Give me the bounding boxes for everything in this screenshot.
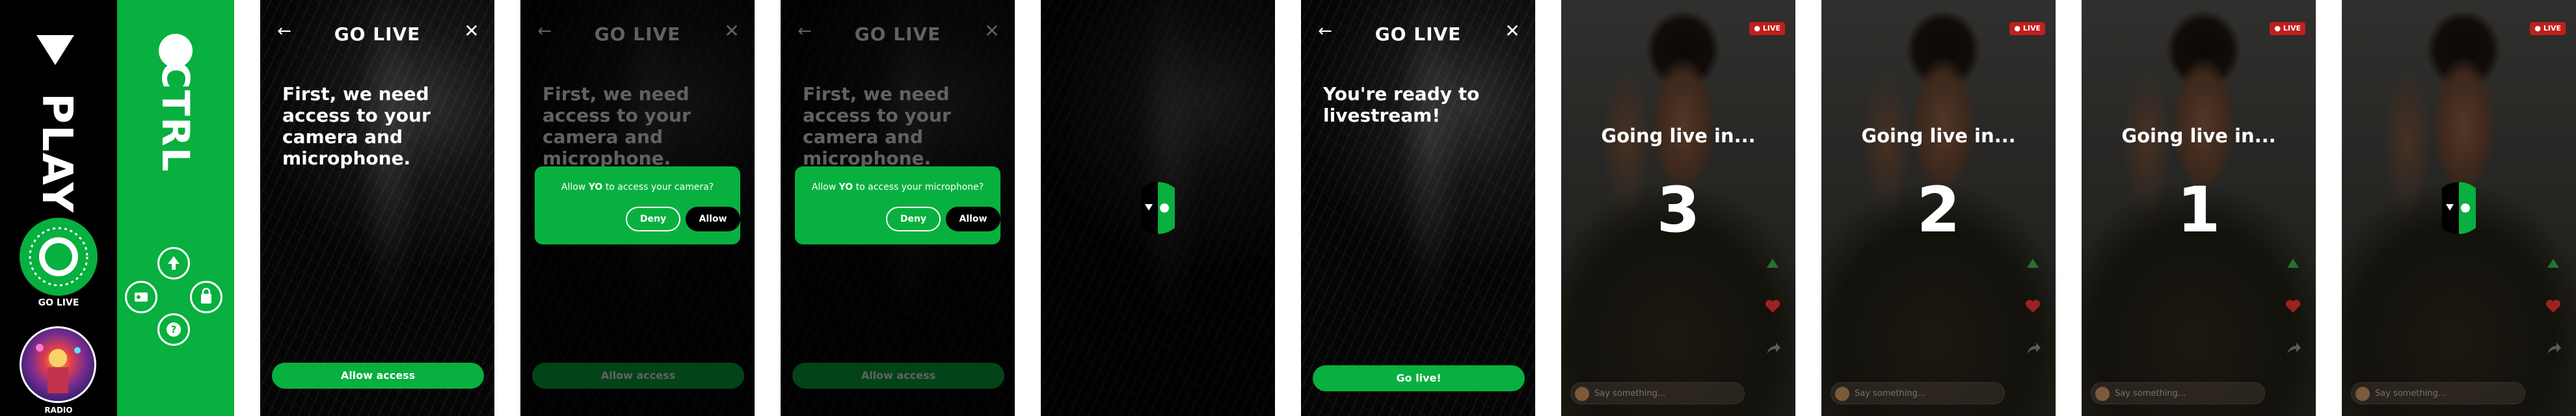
comment-placeholder: Say something... <box>1855 389 1926 398</box>
heart-icon[interactable] <box>2283 296 2303 316</box>
top-bar: ← GO LIVE ✕ <box>260 20 494 46</box>
user-avatar <box>1835 387 1849 401</box>
dpad-right-button[interactable] <box>190 281 222 313</box>
ready-screen: ← GO LIVE ✕ You're ready to livestream! … <box>1301 0 1535 416</box>
deny-button[interactable]: Deny <box>626 207 680 231</box>
going-live-label: Going live in... <box>2121 125 2276 147</box>
gift-icon[interactable] <box>2283 254 2303 273</box>
live-dot-icon: ● <box>1754 24 1761 32</box>
ctrl-sidebar: CTRL ? <box>117 0 234 416</box>
go-live-label: GO LIVE <box>38 298 79 308</box>
comment-input[interactable]: Say something... <box>2091 382 2265 404</box>
camera-permission-dialog: Allow YO to access your camera? Deny All… <box>535 166 740 244</box>
svg-text:?: ? <box>171 324 177 335</box>
play-label: PLAY <box>33 93 81 214</box>
camera-permission-screen: ← GO LIVE ✕ First, we need access to you… <box>520 0 755 416</box>
live-badge-label: LIVE <box>2283 24 2301 32</box>
going-live-label: Going live in... <box>1601 125 1756 147</box>
access-request-screen: ← GO LIVE ✕ First, we need access to you… <box>260 0 494 416</box>
radio-avatar[interactable] <box>20 326 96 403</box>
live-badge: ● LIVE <box>1749 22 1785 35</box>
access-heading: First, we need access to your camera and… <box>282 83 431 169</box>
user-avatar <box>2095 387 2110 401</box>
allow-button[interactable]: Allow <box>946 207 1000 231</box>
go-live-submit-button[interactable]: Go live! <box>1313 365 1525 391</box>
ctrl-label: CTRL <box>154 61 198 173</box>
transition-screen <box>1041 0 1275 416</box>
comment-input[interactable]: Say something... <box>1570 382 1745 404</box>
live-badge-label: LIVE <box>2543 24 2561 32</box>
countdown-number: 3 <box>1656 174 1700 246</box>
live-dot-icon: ● <box>2014 24 2021 32</box>
screen-title: GO LIVE <box>1375 23 1462 45</box>
user-avatar <box>2355 387 2370 401</box>
allow-button[interactable]: Allow <box>686 207 740 231</box>
close-icon[interactable]: ✕ <box>1503 22 1522 42</box>
heart-icon[interactable] <box>1763 296 1782 316</box>
close-icon[interactable]: ✕ <box>462 22 481 42</box>
countdown-screen-1: ● LIVE Going live in... 1 Say something.… <box>2082 0 2316 416</box>
microphone-permission-dialog: Allow YO to access your microphone? Deny… <box>795 166 1000 244</box>
play-toggle-icon[interactable] <box>1141 182 1175 234</box>
live-dot-icon: ● <box>2534 24 2542 32</box>
countdown-screen-2: ● LIVE Going live in... 2 Say something.… <box>1821 0 2056 416</box>
share-icon[interactable] <box>1763 339 1782 359</box>
live-screen: ● LIVE Say something... <box>2342 0 2576 416</box>
dpad-up-button[interactable] <box>157 247 190 280</box>
help-icon: ? <box>167 322 181 337</box>
screen-title: GO LIVE <box>334 23 421 45</box>
arrow-up-icon <box>168 256 180 270</box>
dpad-left-button[interactable] <box>125 281 157 313</box>
screen-flow: PLAY GO LIVE RADIO CTRL ? ← GO LIVE ✕ Fi… <box>0 0 2576 416</box>
countdown-screen-3: ● LIVE Going live in... 3 Say something.… <box>1561 0 1795 416</box>
deny-button[interactable]: Deny <box>886 207 941 231</box>
dpad-down-button[interactable]: ? <box>157 313 190 346</box>
live-dot-icon: ● <box>2274 24 2281 32</box>
heart-icon[interactable] <box>2023 296 2043 316</box>
user-avatar <box>1575 387 1589 401</box>
live-badge: ● LIVE <box>2009 22 2045 35</box>
permission-question: Allow YO to access your microphone? <box>811 182 984 192</box>
comment-input[interactable]: Say something... <box>1831 382 2005 404</box>
comment-placeholder: Say something... <box>2115 389 2186 398</box>
record-icon <box>29 227 88 287</box>
heart-icon[interactable] <box>2543 296 2563 316</box>
live-badge: ● LIVE <box>2530 22 2566 35</box>
play-sidebar: PLAY GO LIVE RADIO <box>0 0 117 416</box>
ready-heading: You're ready to livestream! <box>1323 83 1480 126</box>
play-toggle-icon[interactable] <box>2442 182 2476 234</box>
countdown-number: 1 <box>2177 174 2221 246</box>
top-bar: ← GO LIVE ✕ <box>1301 20 1535 46</box>
going-live-label: Going live in... <box>1861 125 2016 147</box>
gift-icon[interactable] <box>1763 254 1782 273</box>
share-icon[interactable] <box>2023 339 2043 359</box>
live-badge: ● LIVE <box>2270 22 2305 35</box>
permission-question: Allow YO to access your camera? <box>561 182 714 192</box>
gift-icon[interactable] <box>2023 254 2043 273</box>
comment-placeholder: Say something... <box>2375 389 2447 398</box>
shopping-bag-icon <box>201 287 211 304</box>
radio-label: RADIO <box>44 406 73 415</box>
countdown-number: 2 <box>1916 174 1961 246</box>
play-icon[interactable] <box>34 32 77 68</box>
comment-placeholder: Say something... <box>1594 389 1666 398</box>
gift-icon[interactable] <box>2543 254 2563 273</box>
live-badge-label: LIVE <box>1762 24 1780 32</box>
comment-input[interactable]: Say something... <box>2351 382 2525 404</box>
microphone-permission-screen: ← GO LIVE ✕ First, we need access to you… <box>781 0 1015 416</box>
id-card-icon <box>135 292 148 302</box>
allow-access-button[interactable]: Allow access <box>272 363 484 389</box>
share-icon[interactable] <box>2283 339 2303 359</box>
album-art-icon <box>36 344 81 393</box>
share-icon[interactable] <box>2543 339 2563 359</box>
go-live-button[interactable] <box>20 218 98 296</box>
live-badge-label: LIVE <box>2022 24 2041 32</box>
